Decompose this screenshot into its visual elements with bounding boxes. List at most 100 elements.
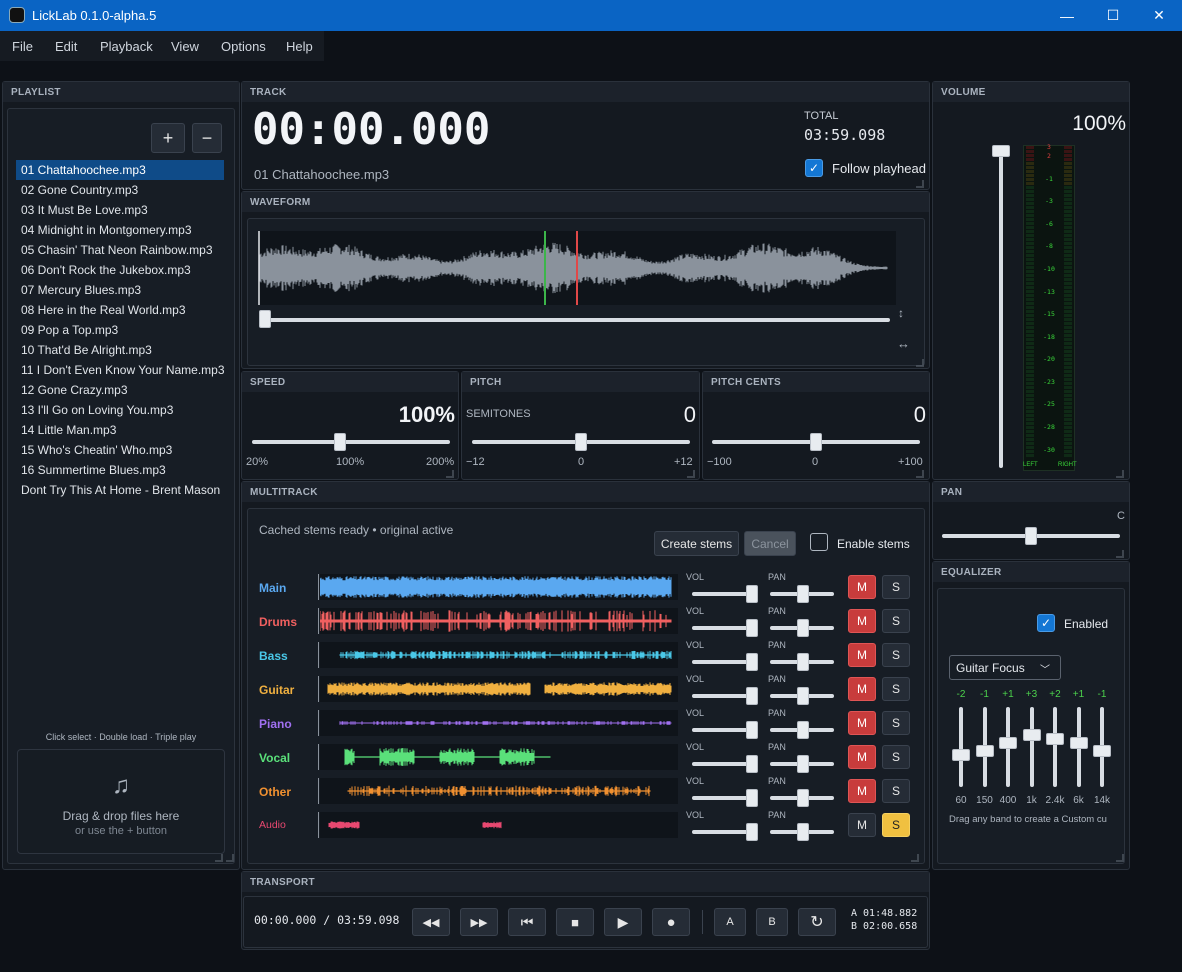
stem-pan-slider-thumb[interactable]: [797, 755, 809, 773]
playlist-item[interactable]: 12 Gone Crazy.mp3: [16, 380, 224, 400]
stem-pan-slider-thumb[interactable]: [797, 687, 809, 705]
stem-mute-button[interactable]: M: [848, 643, 876, 667]
playlist-item[interactable]: 07 Mercury Blues.mp3: [16, 280, 224, 300]
stem-vol-slider-thumb[interactable]: [746, 721, 758, 739]
stem-vol-slider-thumb[interactable]: [746, 823, 758, 841]
stem-vol-slider-thumb[interactable]: [746, 755, 758, 773]
playlist-item[interactable]: 16 Summertime Blues.mp3: [16, 460, 224, 480]
playlist-item[interactable]: 13 I'll Go on Loving You.mp3: [16, 400, 224, 420]
menu-playback[interactable]: Playback: [90, 31, 163, 62]
speed-slider-track[interactable]: [252, 440, 450, 444]
play-button[interactable]: ▶: [604, 908, 642, 936]
resize-grip[interactable]: [916, 180, 924, 188]
close-button[interactable]: ✕: [1136, 0, 1182, 31]
menu-options[interactable]: Options: [211, 31, 276, 62]
eq-band-thumb[interactable]: [975, 745, 994, 757]
volume-slider-track[interactable]: [999, 150, 1003, 468]
loop-button[interactable]: ↻: [798, 908, 836, 936]
stem-mute-button[interactable]: M: [848, 609, 876, 633]
playlist-item[interactable]: 11 I Don't Even Know Your Name.mp3: [16, 360, 224, 380]
record-button[interactable]: ●: [652, 908, 690, 936]
eq-band-thumb[interactable]: [952, 749, 970, 761]
resize-grip[interactable]: [916, 470, 924, 478]
pitch-slider-thumb[interactable]: [575, 433, 587, 451]
cancel-stems-button[interactable]: Cancel: [744, 531, 796, 556]
resize-grip[interactable]: [916, 359, 924, 367]
fast-forward-button[interactable]: ▶▶: [460, 908, 498, 936]
stem-solo-button[interactable]: S: [882, 643, 910, 667]
menu-view[interactable]: View: [161, 31, 209, 62]
stem-mute-button[interactable]: M: [848, 813, 876, 837]
eq-band-track[interactable]: [1029, 707, 1034, 787]
eq-band-thumb[interactable]: [1093, 745, 1111, 757]
stem-waveform-audio[interactable]: [320, 812, 678, 838]
stem-waveform-piano[interactable]: [320, 710, 678, 736]
stem-vol-slider-thumb[interactable]: [746, 789, 758, 807]
playlist-item[interactable]: 15 Who's Cheatin' Who.mp3: [16, 440, 224, 460]
stem-waveform-drums[interactable]: [320, 608, 678, 634]
enable-stems-checkbox[interactable]: [810, 533, 828, 551]
set-b-button[interactable]: B: [756, 908, 788, 936]
rewind-button[interactable]: ◀◀: [412, 908, 450, 936]
playlist-item[interactable]: 10 That'd Be Alright.mp3: [16, 340, 224, 360]
resize-grip[interactable]: [215, 854, 223, 862]
playlist-item[interactable]: 08 Here in the Real World.mp3: [16, 300, 224, 320]
stem-pan-slider-thumb[interactable]: [797, 721, 809, 739]
stem-pan-slider-thumb[interactable]: [797, 653, 809, 671]
stem-solo-button[interactable]: S: [882, 745, 910, 769]
horizontal-zoom-icon[interactable]: ↔: [897, 336, 910, 351]
stop-button[interactable]: ■: [556, 908, 594, 936]
eq-band-thumb[interactable]: [1022, 729, 1041, 741]
speed-slider-thumb[interactable]: [334, 433, 346, 451]
eq-band-thumb[interactable]: [999, 737, 1017, 749]
stem-solo-button[interactable]: S: [882, 813, 910, 837]
stem-solo-button[interactable]: S: [882, 575, 910, 599]
playlist-item[interactable]: 06 Don't Rock the Jukebox.mp3: [16, 260, 224, 280]
position-slider-track[interactable]: [262, 318, 890, 322]
stem-pan-slider-thumb[interactable]: [797, 823, 809, 841]
resize-grip[interactable]: [1116, 470, 1124, 478]
stem-vol-slider-thumb[interactable]: [746, 687, 758, 705]
stem-mute-button[interactable]: M: [848, 779, 876, 803]
stem-vol-slider-thumb[interactable]: [746, 585, 758, 603]
playlist-item[interactable]: 04 Midnight in Montgomery.mp3: [16, 220, 224, 240]
stem-solo-button[interactable]: S: [882, 677, 910, 701]
cents-slider-thumb[interactable]: [810, 433, 822, 451]
volume-slider-thumb[interactable]: [992, 145, 1010, 157]
stem-solo-button[interactable]: S: [882, 711, 910, 735]
playlist-item[interactable]: 09 Pop a Top.mp3: [16, 320, 224, 340]
playlist-item[interactable]: Dont Try This At Home - Brent Mason: [16, 480, 224, 500]
resize-grip[interactable]: [1116, 550, 1124, 558]
stem-pan-slider-thumb[interactable]: [797, 789, 809, 807]
stem-mute-button[interactable]: M: [848, 677, 876, 701]
stem-vol-slider-thumb[interactable]: [746, 653, 758, 671]
main-waveform[interactable]: [258, 231, 896, 305]
menu-file[interactable]: File: [2, 31, 43, 62]
create-stems-button[interactable]: Create stems: [654, 531, 739, 556]
eq-enabled-checkbox[interactable]: ✓: [1037, 614, 1055, 632]
stem-vol-slider-thumb[interactable]: [746, 619, 758, 637]
stem-mute-button[interactable]: M: [848, 745, 876, 769]
pan-slider-thumb[interactable]: [1025, 527, 1037, 545]
vertical-zoom-icon[interactable]: ↕: [898, 306, 904, 320]
stem-waveform-bass[interactable]: [320, 642, 678, 668]
stem-mute-button[interactable]: M: [848, 575, 876, 599]
position-slider-thumb[interactable]: [259, 310, 271, 328]
set-a-button[interactable]: A: [714, 908, 746, 936]
playlist-item[interactable]: 01 Chattahoochee.mp3: [16, 160, 224, 180]
stem-pan-slider-thumb[interactable]: [797, 585, 809, 603]
resize-grip[interactable]: [1116, 854, 1124, 862]
stem-mute-button[interactable]: M: [848, 711, 876, 735]
eq-preset-select[interactable]: Guitar Focus ﹀: [949, 655, 1061, 680]
drop-zone[interactable]: [17, 749, 225, 854]
resize-grip[interactable]: [687, 470, 695, 478]
maximize-button[interactable]: ☐: [1090, 0, 1136, 31]
stem-solo-button[interactable]: S: [882, 609, 910, 633]
follow-playhead-checkbox[interactable]: ✓: [805, 159, 823, 177]
eq-band-track[interactable]: [959, 707, 963, 787]
add-track-button[interactable]: +: [151, 123, 185, 153]
minimize-button[interactable]: —: [1044, 0, 1090, 31]
eq-band-thumb[interactable]: [1046, 733, 1064, 745]
resize-grip[interactable]: [911, 854, 919, 862]
stem-waveform-vocal[interactable]: [320, 744, 678, 770]
